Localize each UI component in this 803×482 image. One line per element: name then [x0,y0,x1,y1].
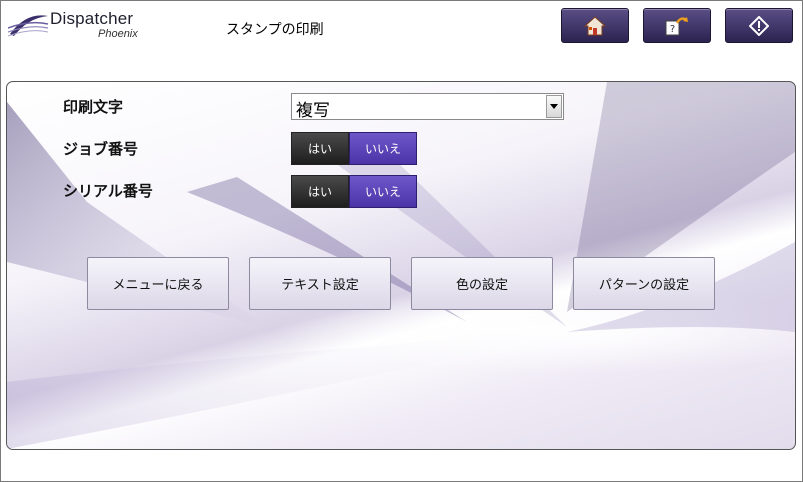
logo-swoosh-icon [8,15,49,37]
pattern-settings-button[interactable]: パターンの設定 [573,257,715,310]
serial-number-no-button[interactable]: いいえ [349,175,417,208]
job-number-toggle: はい いいえ [291,132,417,165]
header: Dispatcher Phoenix スタンプの印刷 ? [0,0,803,58]
job-number-label: ジョブ番号 [63,140,139,158]
logo-sub: Phoenix [98,28,138,40]
svg-text:?: ? [670,24,675,35]
page-title: スタンプの印刷 [226,22,324,38]
dispatcher-logo: Dispatcher Phoenix [8,8,158,48]
print-text-select[interactable]: 複写 [291,93,564,121]
print-text-label: 印刷文字 [63,98,124,116]
color-settings-button[interactable]: 色の設定 [411,257,553,310]
stamp-settings-panel: 印刷文字 複写 ジョブ番号 はい いいえ シリアル番号 はい いいえ メニューに… [6,81,796,450]
back-to-menu-button[interactable]: メニューに戻る [87,257,229,310]
serial-number-toggle: はい いいえ [291,175,417,208]
help-return-icon: ? [665,16,688,35]
text-settings-button[interactable]: テキスト設定 [249,257,391,310]
help-button[interactable]: ? [643,8,711,43]
dropdown-arrow[interactable] [546,95,562,118]
home-button[interactable] [561,8,629,43]
logo-brand: Dispatcher [50,9,134,28]
start-button[interactable] [725,8,793,43]
job-number-no-button[interactable]: いいえ [349,132,417,165]
chevron-down-icon [550,104,558,109]
serial-number-label: シリアル番号 [63,182,153,200]
start-diamond-icon [749,15,769,36]
serial-number-yes-button[interactable]: はい [291,175,349,208]
print-text-value: 複写 [296,101,330,121]
job-number-yes-button[interactable]: はい [291,132,349,165]
home-icon [584,15,606,35]
